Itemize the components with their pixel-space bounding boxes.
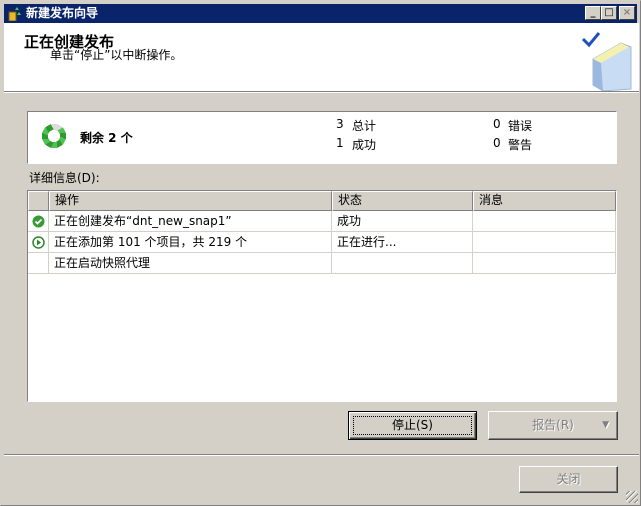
progress-spinner-icon — [42, 124, 66, 148]
success-count: 1 — [336, 136, 344, 150]
header-divider — [4, 91, 639, 93]
row-status: 成功 — [332, 211, 473, 232]
total-count: 3 — [336, 117, 344, 131]
app-icon — [8, 7, 21, 21]
error-label: 错误 — [508, 119, 533, 133]
row-message — [473, 253, 616, 274]
success-icon — [32, 215, 44, 227]
grid-header: 操作 状态 消息 — [28, 191, 616, 212]
report-button-label: 报告(R) — [532, 418, 574, 432]
header-icon-column[interactable] — [28, 191, 49, 211]
details-label: 详细信息(D): — [29, 171, 100, 185]
row-icon-empty — [28, 253, 49, 274]
remaining-count: 剩余 2 个 — [80, 131, 133, 145]
footer-divider — [4, 454, 639, 456]
progress-summary: 剩余 2 个 3 总计 1 成功 0 错误 0 警告 — [27, 111, 617, 164]
close-button[interactable]: 关闭 — [519, 466, 618, 493]
warning-count: 0 — [493, 136, 501, 150]
title-bar[interactable]: 新建发布向导 _ □ × — [4, 4, 637, 23]
resize-grip[interactable] — [626, 491, 638, 503]
stop-button[interactable]: 停止(S) — [348, 411, 477, 440]
row-message — [473, 232, 616, 253]
window-title: 新建发布向导 — [26, 6, 99, 20]
row-status — [332, 253, 473, 274]
dropdown-arrow-icon: ▼ — [602, 420, 609, 430]
column-header-action[interactable]: 操作 — [49, 191, 332, 211]
error-count: 0 — [493, 117, 501, 131]
column-header-message[interactable]: 消息 — [473, 191, 616, 211]
report-button[interactable]: 报告(R) ▼ — [488, 411, 618, 440]
book-check-icon — [581, 32, 632, 91]
wizard-header: 正在创建发布 单击“停止”以中断操作。 — [4, 23, 639, 91]
close-button-label: 关闭 — [556, 472, 581, 486]
row-status: 正在进行... — [332, 232, 473, 253]
row-message — [473, 211, 616, 232]
in-progress-icon — [31, 235, 45, 249]
row-action: 正在启动快照代理 — [49, 253, 332, 274]
row-action: 正在创建发布“dnt_new_snap1” — [49, 211, 332, 232]
row-action: 正在添加第 101 个项目，共 219 个 — [49, 232, 332, 253]
table-row[interactable]: 正在添加第 101 个项目，共 219 个 正在进行... — [28, 232, 616, 253]
warning-label: 警告 — [508, 138, 533, 152]
details-grid[interactable]: 操作 状态 消息 正在创建发布“dnt_new_snap1” 成功 正在添加第 … — [27, 190, 617, 402]
success-label: 成功 — [352, 138, 377, 152]
page-subtitle: 单击“停止”以中断操作。 — [50, 48, 183, 62]
column-header-status[interactable]: 状态 — [332, 191, 473, 211]
total-label: 总计 — [352, 119, 377, 133]
maximize-button[interactable]: □ — [601, 6, 617, 20]
wizard-window: 新建发布向导 _ □ × 正在创建发布 单击“停止”以中断操作。 剩余 2 个 … — [0, 0, 641, 506]
table-row[interactable]: 正在创建发布“dnt_new_snap1” 成功 — [28, 211, 616, 232]
close-window-button[interactable]: × — [619, 6, 635, 20]
minimize-button[interactable]: _ — [585, 6, 601, 20]
table-row[interactable]: 正在启动快照代理 — [28, 253, 616, 274]
